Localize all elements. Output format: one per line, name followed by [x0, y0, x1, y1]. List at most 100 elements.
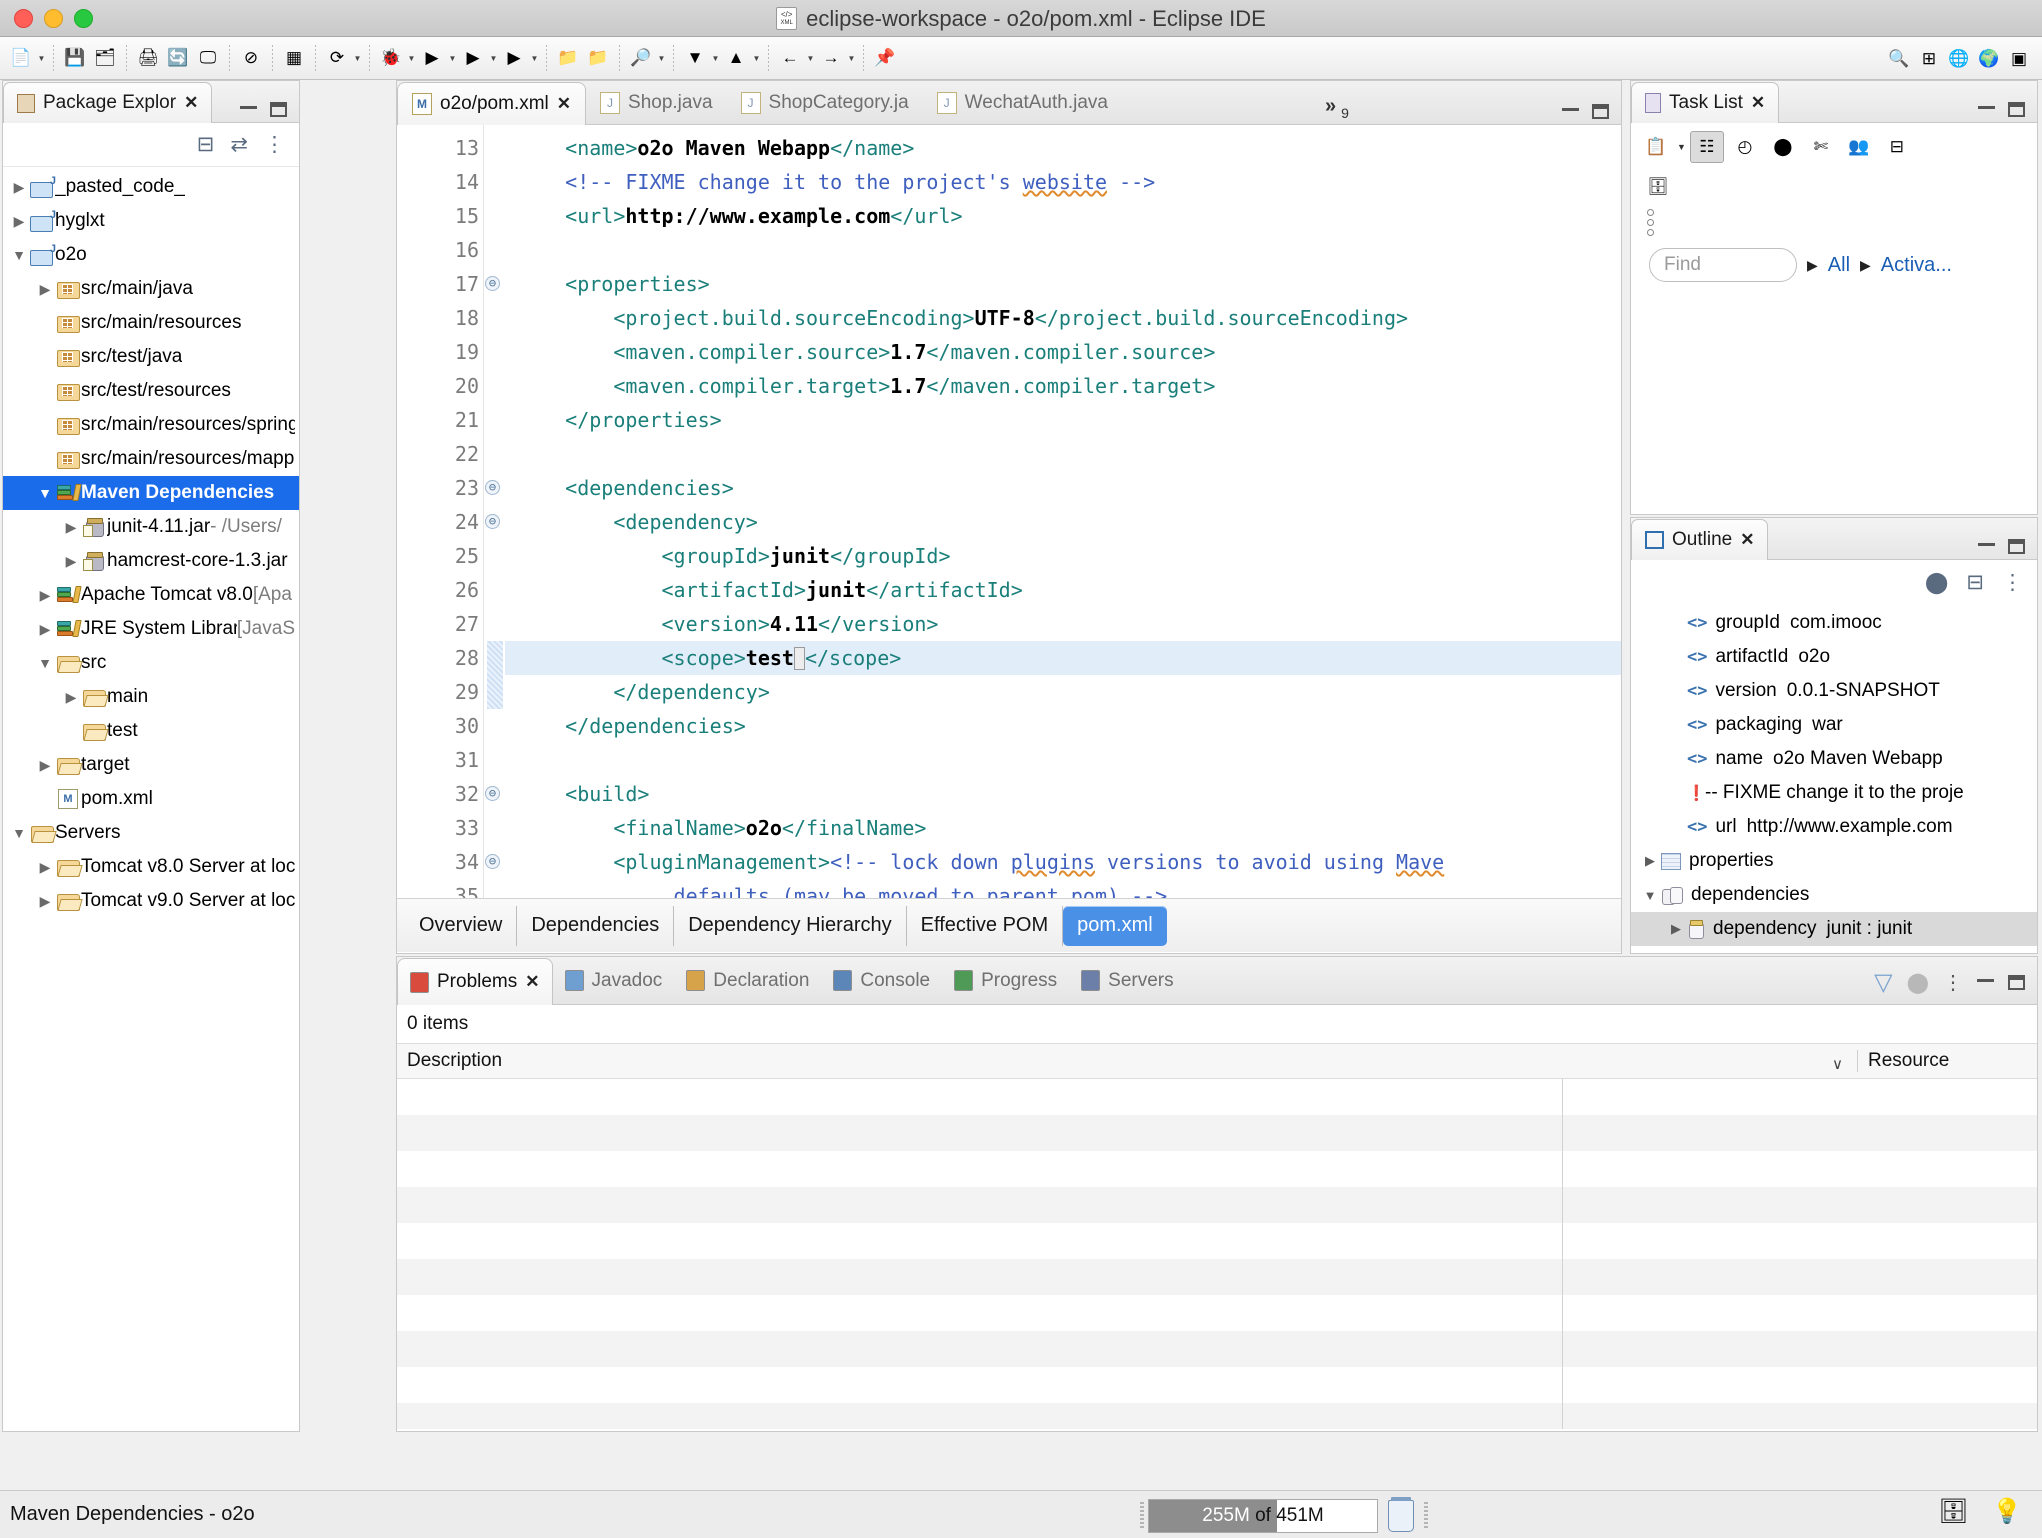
code-line[interactable]: <name>o2o Maven Webapp</name>	[505, 131, 1621, 165]
code-line[interactable]: <maven.compiler.target>1.7</maven.compil…	[505, 369, 1621, 403]
chevron-right-icon[interactable]: ▶	[9, 213, 29, 230]
tree-item-src-main-resources-spring[interactable]: src/main/resources/spring	[3, 408, 299, 442]
chevron-down-icon[interactable]: ▼	[710, 54, 721, 63]
save-button[interactable]: 💾	[60, 43, 90, 73]
code-line[interactable]	[505, 743, 1621, 777]
next-annotation-button[interactable]: ▲	[721, 43, 751, 73]
collapse-all-button[interactable]: ⊟	[1880, 131, 1914, 163]
tree-item-main[interactable]: ▶ main	[3, 680, 299, 714]
bottom-tab-servers[interactable]: Servers	[1069, 957, 1185, 1004]
minimize-outline-button[interactable]	[1978, 543, 1995, 546]
view-menu-button[interactable]: ⋮	[264, 132, 285, 157]
search-tool-button[interactable]: 🔎	[626, 43, 656, 73]
editor-tab-overflow-button[interactable]: » 9	[1325, 95, 1359, 124]
chevron-down-icon[interactable]: ▼	[9, 825, 29, 841]
tree-item-src-main-resources[interactable]: src/main/resources	[3, 306, 299, 340]
previous-annotation-button[interactable]: ▼	[680, 43, 710, 73]
pom-page-tab-pom-xml[interactable]: pom.xml	[1063, 905, 1167, 946]
bottom-tab-javadoc[interactable]: Javadoc	[553, 957, 675, 1004]
tree-item-src-test-java[interactable]: src/test/java	[3, 340, 299, 374]
chevron-down-icon[interactable]: ▼	[488, 54, 499, 63]
perspective-java-ee-button[interactable]: 🌐	[1944, 44, 1974, 74]
maximize-package-explorer-button[interactable]	[270, 102, 287, 117]
focus-on-workweek-button[interactable]: ⬤	[1766, 131, 1800, 163]
new-wizard-button[interactable]: 📄	[6, 43, 36, 73]
tree-item-src-main-resources-mappe[interactable]: src/main/resources/mappe	[3, 442, 299, 476]
chevron-down-icon[interactable]: ▼	[751, 54, 762, 63]
collapse-all-button[interactable]: ⊟	[197, 132, 215, 157]
tip-of-the-day-icon[interactable]: 💡	[1992, 1497, 2022, 1531]
trash-icon[interactable]	[1388, 1497, 1414, 1532]
close-icon[interactable]: ✕	[1740, 530, 1754, 550]
tree-item-jre-system-library[interactable]: ▶ JRE System Library [JavaS	[3, 612, 299, 646]
tree-item-tomcat-v9-0-server-at-loca[interactable]: ▶ Tomcat v9.0 Server at loca	[3, 884, 299, 918]
new-task-button[interactable]: 📋	[1639, 131, 1673, 163]
code-line[interactable]: <pluginManagement><!-- lock down plugins…	[505, 845, 1621, 879]
search-icon[interactable]: 🔍	[1884, 44, 1914, 74]
tree-item-hamcrest-core-1-3-jar[interactable]: ▶ hamcrest-core-1.3.jar	[3, 544, 299, 578]
pom-page-tab-overview[interactable]: Overview	[405, 905, 518, 946]
close-icon[interactable]: ✕	[557, 94, 571, 114]
outline-item-name[interactable]: <> name o2o Maven Webapp	[1631, 742, 2037, 776]
add-repository-button[interactable]: 🗄	[1641, 171, 1675, 203]
chevron-right-icon[interactable]: ▶	[35, 621, 55, 638]
chevron-down-icon[interactable]: ▼	[1639, 888, 1661, 903]
chevron-right-icon[interactable]: ▶	[1639, 853, 1661, 869]
tree-item-src-test-resources[interactable]: src/test/resources	[3, 374, 299, 408]
maximize-problems-button[interactable]	[2008, 975, 2025, 990]
minimize-problems-button[interactable]	[1977, 979, 1994, 982]
sort-button[interactable]: ⬤	[1925, 570, 1949, 595]
outline-tree[interactable]: <> groupId com.imooc <> artifactId o2o <> versi…	[1631, 604, 2037, 952]
chevron-right-icon[interactable]: ▶	[35, 587, 55, 604]
filter-all-link[interactable]: All	[1828, 254, 1850, 277]
synchronize-changed-button[interactable]: ✄	[1804, 131, 1838, 163]
chevron-right-icon[interactable]: ▶	[61, 519, 81, 536]
outline-item-artifactid[interactable]: <> artifactId o2o	[1631, 640, 2037, 674]
pom-page-tab-dependency-hierarchy[interactable]: Dependency Hierarchy	[674, 905, 907, 946]
coverage-button[interactable]: ▶	[499, 43, 529, 73]
tree-item-tomcat-v8-0-server-at-loca[interactable]: ▶ Tomcat v8.0 Server at loca	[3, 850, 299, 884]
pin-editor-button[interactable]: 📌	[870, 43, 900, 73]
close-icon[interactable]: ✕	[525, 972, 539, 992]
perspective-java-button[interactable]: ▣	[2004, 44, 2034, 74]
code-line[interactable]: <maven.compiler.source>1.7</maven.compil…	[505, 335, 1621, 369]
outline-item-properties[interactable]: ▶ properties	[1631, 844, 2037, 878]
filter-activate-link[interactable]: Activa...	[1881, 254, 1952, 277]
code-line[interactable]: <groupId>junit</groupId>	[505, 539, 1621, 573]
minimize-package-explorer-button[interactable]	[240, 106, 257, 109]
code-line[interactable]: <properties>	[505, 267, 1621, 301]
heap-status-indicator[interactable]: 255M of 451M	[1148, 1499, 1378, 1533]
forward-button[interactable]: →	[816, 43, 846, 73]
outline-item-fixme-change-it-to-the-proje[interactable]: ❗ -- FIXME change it to the proje	[1631, 776, 2037, 810]
chevron-right-icon[interactable]: ▶	[61, 689, 81, 706]
editor-tab-shopcategory-ja[interactable]: J ShopCategory.ja	[727, 81, 923, 124]
code-line[interactable]	[505, 437, 1621, 471]
chevron-right-icon[interactable]: ▶	[35, 757, 55, 774]
maximize-outline-button[interactable]	[2008, 539, 2025, 554]
tree-item-src-main-java[interactable]: ▶ src/main/java	[3, 272, 299, 306]
tree-item-src[interactable]: ▼ src	[3, 646, 299, 680]
debug-button[interactable]: 🐞	[376, 43, 406, 73]
pom-page-tab-effective-pom[interactable]: Effective POM	[907, 905, 1064, 946]
code-editor[interactable]: 13 14 15 16 17 ⊖ 18 19 20 21 22 23 ⊖ 24 ⊖ 25 26 27 28 29 30 3…	[397, 125, 1621, 898]
code-line[interactable]: </properties>	[505, 403, 1621, 437]
focus-on-selection-button[interactable]: ⬤	[1907, 970, 1929, 995]
chevron-right-icon[interactable]: ▶	[9, 179, 29, 196]
close-icon[interactable]: ✕	[1751, 93, 1765, 113]
tree-item-hyglxt[interactable]: ▶ Jhyglxt	[3, 204, 299, 238]
code-line[interactable]: <scope>test </scope>	[505, 641, 1621, 675]
code-line[interactable]: </dependency>	[505, 675, 1621, 709]
tree-item-maven-dependencies[interactable]: ▼ Maven Dependencies	[3, 476, 299, 510]
chevron-down-icon[interactable]: ▼	[1677, 142, 1686, 152]
code-line[interactable]: defaults (may be moved to parent pom) --…	[505, 879, 1621, 898]
chevron-down-icon[interactable]: ▼	[447, 54, 458, 63]
view-menu-button[interactable]: ⋮	[2002, 570, 2023, 595]
code-line[interactable]: <build>	[505, 777, 1621, 811]
show-ui-legend-button[interactable]: 👥	[1842, 131, 1876, 163]
new-java-package-button[interactable]: ▦	[279, 43, 309, 73]
print-button[interactable]: 🖨	[133, 43, 163, 73]
chevron-right-icon[interactable]: ▶	[35, 281, 55, 298]
pom-page-tab-dependencies[interactable]: Dependencies	[517, 905, 675, 946]
tree-item-servers[interactable]: ▼ Servers	[3, 816, 299, 850]
back-button[interactable]: ←	[775, 43, 805, 73]
